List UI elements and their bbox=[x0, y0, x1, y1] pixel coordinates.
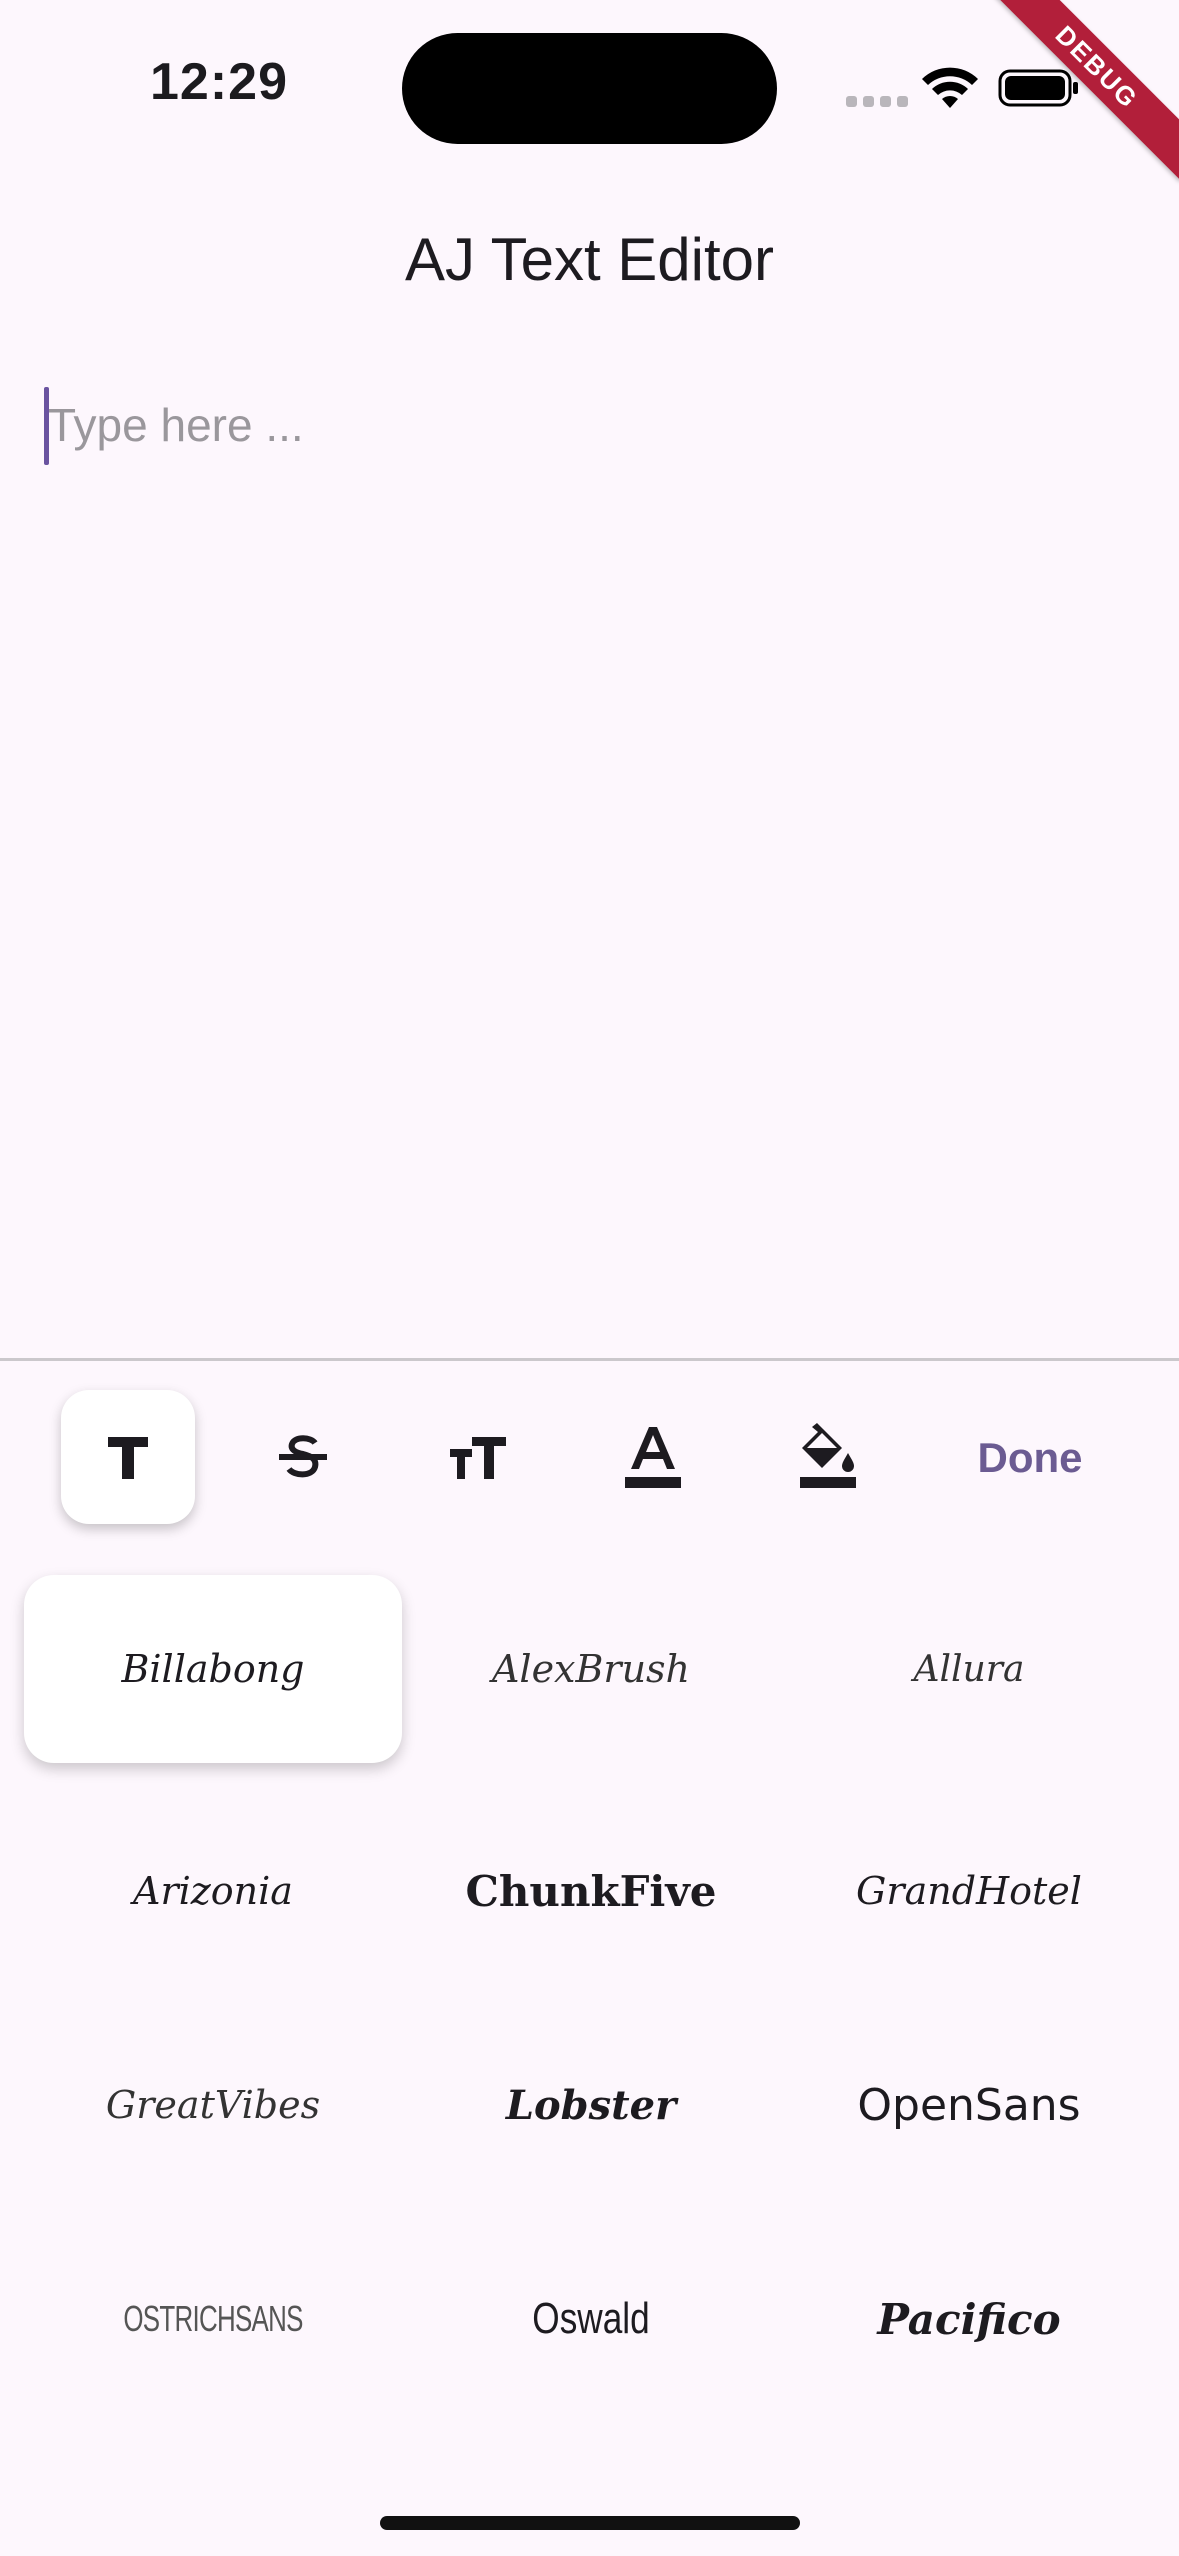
font-option-alexbrush[interactable]: AlexBrush bbox=[402, 1575, 780, 1763]
font-option-billabong[interactable]: Billabong bbox=[24, 1575, 402, 1763]
text-color-button[interactable] bbox=[586, 1390, 720, 1524]
wifi-icon bbox=[922, 67, 978, 108]
text-editor-area[interactable] bbox=[44, 385, 1138, 465]
dynamic-island bbox=[402, 33, 777, 144]
status-bar: 12:29 DEBUG bbox=[0, 0, 1179, 181]
font-option-arizonia[interactable]: Arizonia bbox=[24, 1797, 402, 1985]
background-color-button[interactable] bbox=[761, 1390, 895, 1524]
home-indicator[interactable] bbox=[380, 2516, 800, 2530]
font-size-icon bbox=[450, 1437, 506, 1479]
status-time: 12:29 bbox=[150, 53, 288, 111]
fill-bucket-icon bbox=[800, 1423, 856, 1488]
battery-icon bbox=[998, 69, 1078, 107]
font-option-lobster[interactable]: Lobster bbox=[402, 2011, 780, 2199]
font-option-pacifico[interactable]: Pacifico bbox=[780, 2225, 1158, 2413]
text-color-icon bbox=[625, 1427, 681, 1488]
done-button[interactable]: Done bbox=[940, 1428, 1120, 1488]
font-option-grandhotel[interactable]: GrandHotel bbox=[780, 1797, 1158, 1985]
font-family-icon bbox=[108, 1437, 148, 1479]
font-option-ostrichsans[interactable]: OSTRICHSANS bbox=[77, 2225, 349, 2413]
font-option-chunkfive[interactable]: ChunkFive bbox=[402, 1797, 780, 1985]
strikethrough-button[interactable] bbox=[236, 1390, 370, 1524]
format-toolbar: Done bbox=[0, 1390, 1179, 1525]
cellular-signal-icon bbox=[846, 94, 914, 112]
toolbar-divider bbox=[0, 1358, 1179, 1361]
font-option-oswald[interactable]: Oswald bbox=[440, 2225, 742, 2413]
page-title: AJ Text Editor bbox=[404, 226, 775, 293]
font-option-opensans[interactable]: OpenSans bbox=[780, 2011, 1158, 2199]
font-family-button[interactable] bbox=[61, 1390, 195, 1524]
font-size-button[interactable] bbox=[411, 1390, 545, 1524]
font-option-greatvibes[interactable]: GreatVibes bbox=[24, 2011, 402, 2199]
text-editor-input[interactable] bbox=[44, 385, 1138, 465]
strikethrough-icon bbox=[279, 1435, 327, 1478]
font-option-allura[interactable]: Allura bbox=[780, 1575, 1158, 1763]
